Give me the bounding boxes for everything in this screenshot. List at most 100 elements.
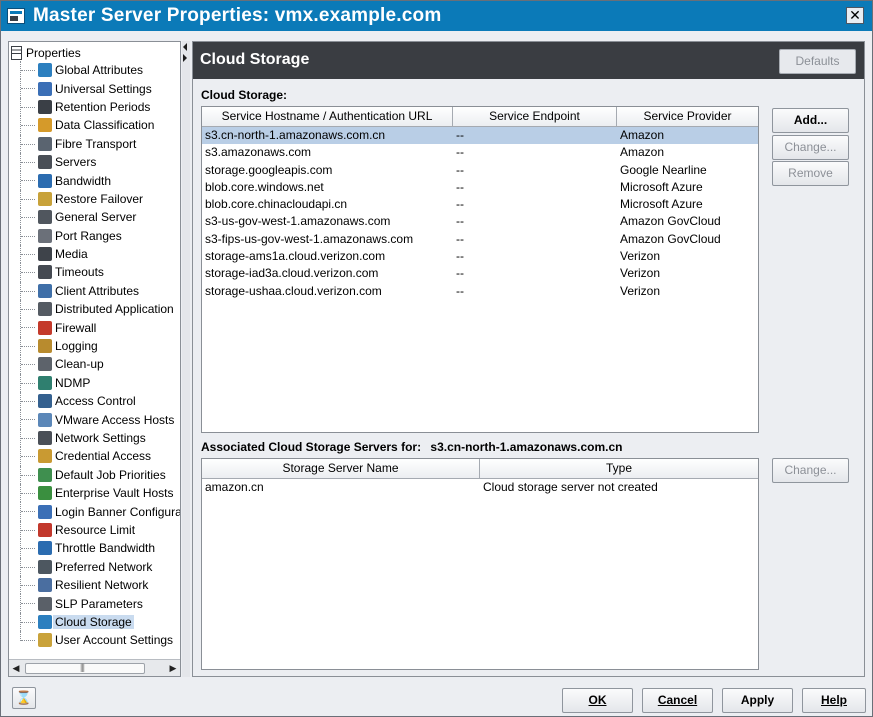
tree-item-label: Universal Settings	[55, 81, 152, 96]
panel-splitter[interactable]	[182, 41, 190, 677]
fibre-transport-icon	[38, 136, 52, 151]
table-row[interactable]: amazon.cn Cloud storage server not create…	[202, 479, 758, 496]
table-row[interactable]: blob.core.windows.net -- Microsoft Azure	[202, 179, 758, 196]
tree-item-label: Media	[55, 247, 88, 262]
column-header-storage-server-name[interactable]: Storage Server Name	[202, 459, 480, 478]
change-server-button[interactable]: Change...	[772, 458, 849, 483]
tree-item-slp-parameters[interactable]: SLP Parameters	[9, 594, 180, 614]
tree-item-preferred-network[interactable]: Preferred Network	[9, 557, 180, 577]
table-row[interactable]: storage-ushaa.cloud.verizon.com -- Verizon	[202, 283, 758, 300]
table-row[interactable]: s3-fips-us-gov-west-1.amazonaws.com -- Ama…	[202, 231, 758, 248]
table-row[interactable]: storage.googleapis.com -- Google Nearline	[202, 162, 758, 179]
retention-icon	[38, 99, 52, 114]
remove-button[interactable]: Remove	[772, 161, 849, 186]
add-button[interactable]: Add...	[772, 108, 849, 133]
tree-item-throttle-bandwidth[interactable]: Throttle Bandwidth	[9, 539, 180, 558]
tree-item-distributed-application[interactable]: Distributed Application	[9, 300, 180, 319]
distributed-app-icon	[38, 302, 52, 317]
table-row[interactable]: s3-us-gov-west-1.amazonaws.com -- Amazon G…	[202, 213, 758, 230]
column-header-hostname[interactable]: Service Hostname / Authentication URL	[202, 107, 453, 126]
table-row[interactable]: s3.amazonaws.com -- Amazon	[202, 144, 758, 161]
title-bar[interactable]: Master Server Properties: vmx.example.co…	[1, 1, 872, 31]
universal-settings-icon	[38, 81, 52, 96]
tree-item-login-banner-configuration[interactable]: Login Banner Configuration	[9, 502, 180, 522]
port-ranges-icon	[38, 228, 52, 243]
job-priorities-icon	[38, 467, 52, 482]
table-cell: s3.cn-north-1.amazonaws.com.cn	[205, 128, 386, 142]
scroll-left-arrow-icon[interactable]: ◀	[9, 661, 23, 676]
close-button[interactable]: ✕	[846, 7, 864, 24]
table-cell: --	[456, 283, 464, 298]
tree-item-firewall[interactable]: Firewall	[9, 318, 180, 338]
tree-item-access-control[interactable]: Access Control	[9, 392, 180, 411]
tree-item-credential-access[interactable]: Credential Access	[9, 447, 180, 466]
defaults-button[interactable]: Defaults	[779, 49, 856, 74]
tree-item-resource-limit[interactable]: Resource Limit	[9, 520, 180, 540]
scroll-track[interactable]	[23, 662, 166, 675]
tree-item-fibre-transport[interactable]: Fibre Transport	[9, 134, 180, 154]
tree-item-logging[interactable]: Logging	[9, 336, 180, 356]
vmware-hosts-icon	[38, 412, 52, 427]
expand-right-arrow-icon[interactable]	[183, 54, 187, 62]
tree-item-cloud-storage[interactable]: Cloud Storage	[9, 612, 180, 632]
tree-horizontal-scrollbar[interactable]: ◀ ▶	[9, 659, 180, 676]
tree-item-label: Throttle Bandwidth	[55, 541, 156, 556]
table-cell: s3-fips-us-gov-west-1.amazonaws.com	[205, 231, 414, 246]
help-button[interactable]: Help	[802, 688, 866, 713]
table-row[interactable]: blob.core.chinacloudapi.cn -- Microsoft Az…	[202, 196, 758, 213]
table-row[interactable]: storage-ams1a.cloud.verizon.com -- Verizon	[202, 248, 758, 265]
table-row[interactable]: s3.cn-north-1.amazonaws.com.cn -- Amazon	[202, 127, 758, 145]
scroll-right-arrow-icon[interactable]: ▶	[166, 661, 180, 676]
cancel-button[interactable]: Cancel	[642, 688, 713, 713]
panel-title: Cloud Storage	[200, 51, 310, 68]
table-cell: Amazon GovCloud	[620, 214, 721, 229]
ok-button[interactable]: OK	[562, 688, 633, 713]
tree-item-data-classification[interactable]: Data Classification	[9, 116, 180, 135]
tree-item-label: Firewall	[55, 320, 97, 335]
restore-failover-icon	[38, 191, 52, 206]
column-header-endpoint[interactable]: Service Endpoint	[453, 107, 617, 126]
tree-item-network-settings[interactable]: Network Settings	[9, 428, 180, 448]
tree-item-bandwidth[interactable]: Bandwidth	[9, 171, 180, 191]
tree-item-retention-periods[interactable]: Retention Periods	[9, 97, 180, 117]
associated-servers-prefix: Associated Cloud Storage Servers for:	[201, 440, 422, 454]
table-cell: Amazon GovCloud	[620, 231, 721, 246]
tree-item-ndmp[interactable]: NDMP	[9, 373, 180, 393]
tree-item-general-server[interactable]: General Server	[9, 208, 180, 227]
tree-item-label: Client Attributes	[55, 283, 140, 298]
tree-item-label: Timeouts	[55, 265, 104, 280]
login-banner-icon	[38, 504, 52, 519]
tree-item-vmware-access-hosts[interactable]: VMware Access Hosts	[9, 410, 180, 430]
tree-item-servers[interactable]: Servers	[9, 152, 180, 172]
tree-item-label: Restore Failover	[55, 191, 144, 206]
tree-item-port-ranges[interactable]: Port Ranges	[9, 226, 180, 246]
table-cell: --	[456, 128, 464, 142]
apply-button[interactable]: Apply	[722, 688, 793, 713]
storage-servers-table[interactable]: Storage Server Name Type amazon.cn Cloud …	[201, 458, 759, 670]
tree-root-properties[interactable]: Properties	[9, 44, 180, 61]
tree-item-media[interactable]: Media	[9, 244, 180, 264]
collapse-left-arrow-icon[interactable]	[183, 43, 187, 51]
table-row[interactable]: storage-iad3a.cloud.verizon.com -- Verizon	[202, 265, 758, 282]
tree-item-user-account-settings[interactable]: User Account Settings	[9, 631, 180, 649]
table-cell: storage-ushaa.cloud.verizon.com	[205, 283, 382, 298]
tree-item-default-job-priorities[interactable]: Default Job Priorities	[9, 465, 180, 485]
cloud-storage-table[interactable]: Service Hostname / Authentication URL Se…	[201, 106, 759, 433]
hourglass-icon[interactable]: ⌛	[12, 687, 36, 709]
column-header-provider[interactable]: Service Provider	[617, 107, 758, 126]
tree-item-enterprise-vault-hosts[interactable]: Enterprise Vault Hosts	[9, 483, 180, 503]
cloud-table-body: s3.cn-north-1.amazonaws.com.cn -- Amazon s3…	[202, 127, 758, 300]
associated-servers-label: Associated Cloud Storage Servers for: s3…	[201, 440, 622, 454]
table-cell: Amazon	[620, 128, 665, 142]
tree-item-resilient-network[interactable]: Resilient Network	[9, 575, 180, 595]
tree-item-global-attributes[interactable]: Global Attributes	[9, 61, 180, 80]
tree-item-universal-settings[interactable]: Universal Settings	[9, 79, 180, 99]
properties-tree[interactable]: Properties Global Attributes Universal Se…	[8, 41, 181, 677]
tree-item-timeouts[interactable]: Timeouts	[9, 263, 180, 283]
column-header-type[interactable]: Type	[480, 459, 758, 478]
tree-item-client-attributes[interactable]: Client Attributes	[9, 281, 180, 301]
change-button[interactable]: Change...	[772, 135, 849, 160]
tree-item-clean-up[interactable]: Clean-up	[9, 355, 180, 375]
scroll-thumb[interactable]	[25, 662, 145, 674]
tree-item-restore-failover[interactable]: Restore Failover	[9, 189, 180, 209]
